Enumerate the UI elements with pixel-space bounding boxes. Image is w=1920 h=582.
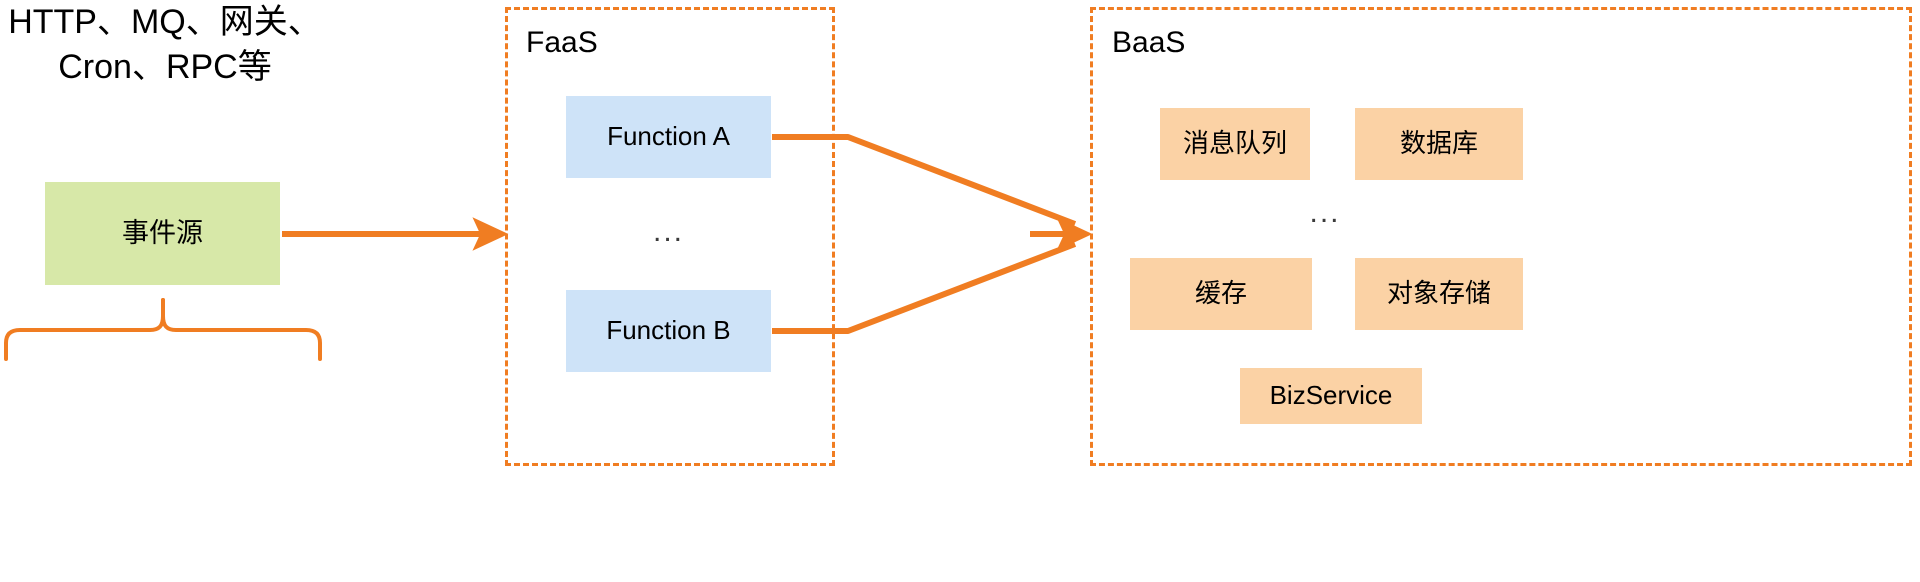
service-label: BizService bbox=[1269, 380, 1393, 411]
service-label: 数据库 bbox=[1399, 128, 1478, 159]
baas-panel bbox=[1090, 7, 1912, 466]
event-source-caption-line-1: HTTP、MQ、网关、 bbox=[8, 3, 322, 41]
event-source-label: 事件源 bbox=[122, 217, 203, 248]
service-box-object-storage: 对象存储 bbox=[1355, 258, 1523, 330]
service-box-bizservice: BizService bbox=[1240, 368, 1422, 424]
function-b-box: Function B bbox=[566, 290, 771, 372]
curly-brace-icon bbox=[4, 298, 322, 361]
function-b-label: Function B bbox=[606, 315, 731, 346]
diagram-canvas: 事件源 HTTP、MQ、网关、 Cron、RPC等 FaaS Function … bbox=[0, 0, 1920, 582]
service-box-database: 数据库 bbox=[1355, 108, 1523, 180]
faas-panel-title: FaaS bbox=[526, 26, 598, 59]
baas-ellipsis: ... bbox=[1309, 195, 1341, 229]
service-label: 消息队列 bbox=[1182, 128, 1287, 159]
event-source-caption-line-2: Cron、RPC等 bbox=[58, 47, 272, 86]
service-label: 缓存 bbox=[1194, 278, 1247, 309]
service-box-cache: 缓存 bbox=[1130, 258, 1312, 330]
function-a-box: Function A bbox=[566, 96, 771, 178]
service-label: 对象存储 bbox=[1386, 278, 1491, 309]
service-box-message-queue: 消息队列 bbox=[1160, 108, 1310, 180]
baas-panel-title: BaaS bbox=[1112, 26, 1186, 59]
faas-ellipsis: ... bbox=[652, 214, 684, 248]
event-source-box: 事件源 bbox=[45, 182, 280, 285]
event-source-caption: HTTP、MQ、网关、 Cron、RPC等 bbox=[0, 0, 330, 90]
function-a-label: Function A bbox=[607, 121, 730, 152]
